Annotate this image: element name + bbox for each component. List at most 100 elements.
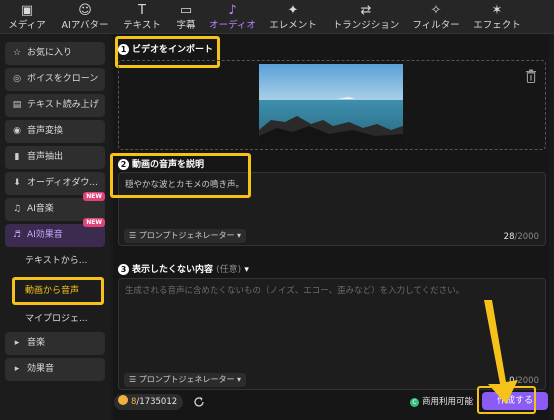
sidebar-item-voice-change[interactable]: ◉ 音声変換 [5, 120, 105, 143]
trash-icon[interactable] [525, 69, 537, 83]
prompt-generator-label: プロンプトジェネレーター [138, 375, 235, 384]
sidebar-item-audio-extract[interactable]: ▮ 音声抽出 [5, 146, 105, 169]
download-icon: ⬇ [13, 178, 21, 188]
credits-total: /1735012 [136, 397, 178, 407]
tab-text-label: テキスト [123, 20, 161, 31]
step-1-number: 1 [118, 44, 129, 55]
sidebar-item-label: ボイスをクローン [27, 74, 99, 84]
star-icon: ☆ [12, 48, 22, 58]
caret-right-icon: ▸ [14, 338, 20, 348]
tab-effect[interactable]: ✶ エフェクト [468, 2, 526, 34]
main-panel: 1 ビデオをインポート 2 動画の音声を説明 穏やかな波とカモメの鳴き声。 ☰ … [110, 34, 549, 420]
tab-element-label: エレメント [269, 20, 317, 31]
ai-sfx-icon: ♬ [12, 230, 22, 240]
coin-icon [118, 395, 128, 405]
tab-transition-label: トランジション [332, 20, 400, 31]
sidebar-item-label: AI効果音 [27, 230, 63, 240]
text-icon: T [138, 3, 146, 18]
sidebar-item-label: オーディオダウ... [27, 178, 98, 188]
sidebar-item-favorites[interactable]: ☆ お気に入り [5, 42, 105, 65]
step-3-label: 表示したくない内容 [132, 265, 214, 275]
sidebar-item-label: 音声変換 [27, 126, 64, 136]
sidebar-item-text-to-speech[interactable]: ▤ テキスト読み上げ [5, 94, 105, 117]
filter-icon: ✧ [430, 3, 442, 18]
description-textarea[interactable]: 穏やかな波とカモメの鳴き声。 ☰ プロンプトジェネレーター ▾ 28/2000 [118, 172, 546, 246]
negative-prompt-textarea[interactable]: 生成される音声に含めたくないもの（ノイズ、エコー、歪みなど）を入力してください。… [118, 278, 546, 390]
tab-media-label: メディア [8, 20, 46, 31]
tab-subtitle-label: 字幕 [176, 20, 196, 31]
tab-text[interactable]: T テキスト [117, 2, 167, 34]
sidebar-item-ai-sfx[interactable]: ♬ AI効果音 NEW [5, 218, 105, 247]
char-count-total: /2000 [514, 376, 540, 386]
sidebar-item-voice-clone[interactable]: ◎ ボイスをクローン [5, 68, 105, 91]
mic-icon: ▮ [14, 152, 20, 162]
step-3-optional: (任意) [216, 265, 242, 275]
new-badge: NEW [83, 192, 105, 201]
ai-music-icon: ♫ [12, 204, 22, 214]
transition-icon: ⇄ [360, 3, 372, 18]
sidebar-group-sfx[interactable]: ▸ 効果音 [5, 358, 105, 381]
effect-icon: ✶ [491, 3, 503, 18]
chevron-down-icon: ▾ [237, 375, 242, 384]
char-count-current: 28 [503, 232, 515, 242]
seascape-image [259, 64, 403, 144]
char-counter: 0/2000 [509, 376, 539, 386]
create-button[interactable]: 作成する [482, 392, 548, 410]
video-upload-area[interactable] [118, 60, 546, 150]
description-text: 穏やかな波とカモメの鳴き声。 [125, 180, 245, 190]
video-thumbnail[interactable] [259, 64, 403, 144]
tab-effect-label: エフェクト [473, 20, 521, 31]
tab-audio[interactable]: ♪ オーディオ [205, 2, 260, 34]
sidebar-subitem-text-to-sfx[interactable]: テキストから... [5, 250, 105, 272]
tab-filter-label: フィルター [412, 20, 460, 31]
media-icon: ▣ [20, 3, 34, 18]
sidebar-group-label: 音楽 [27, 338, 46, 348]
subtitle-icon: ▭ [179, 3, 193, 18]
char-counter: 28/2000 [504, 232, 539, 242]
text-to-speech-icon: ▤ [12, 100, 22, 110]
negative-prompt-placeholder: 生成される音声に含めたくないもの（ノイズ、エコー、歪みなど）を入力してください。 [125, 286, 465, 296]
step-1-label: ビデオをインポート [132, 45, 214, 55]
sidebar: ☆ お気に入り ◎ ボイスをクローン ▤ テキスト読み上げ ◉ 音声変換 ▮ 音声抽出 ⬇… [0, 34, 110, 420]
step-3-title[interactable]: 3 表示したくない内容 (任意) ▾ [118, 262, 249, 275]
voice-clone-icon: ◎ [13, 74, 21, 84]
tab-element[interactable]: ✦ エレメント [265, 2, 321, 34]
char-count-total: /2000 [514, 232, 540, 242]
refresh-icon[interactable] [193, 396, 205, 408]
sidebar-subitem-video-to-audio[interactable]: 動画から音声 [5, 280, 105, 302]
sidebar-item-label: お気に入り [27, 48, 73, 58]
tab-subtitle[interactable]: ▭ 字幕 [170, 2, 202, 34]
commercial-use-label: C 商用利用可能 [410, 396, 473, 408]
step-2-number: 2 [118, 159, 129, 170]
step-3-number: 3 [118, 264, 129, 275]
prompt-icon: ☰ [129, 231, 137, 240]
audio-icon: ♪ [228, 3, 237, 18]
step-2-title: 2 動画の音声を説明 [118, 157, 204, 170]
step-2-label: 動画の音声を説明 [132, 160, 205, 170]
chevron-down-icon: ▾ [244, 265, 249, 275]
step-1-title: 1 ビデオをインポート [118, 42, 213, 55]
tab-ai-avatar[interactable]: ☺ AIアバター [55, 2, 115, 34]
sidebar-item-label: テキスト読み上げ [27, 100, 99, 110]
sidebar-item-label: AI音楽 [27, 204, 54, 214]
tab-filter[interactable]: ✧ フィルター [408, 2, 464, 34]
commercial-text: 商用利用可能 [422, 397, 474, 407]
sidebar-subitem-my-projects[interactable]: マイプロジェ... [5, 308, 105, 330]
prompt-generator-button[interactable]: ☰ プロンプトジェネレーター ▾ [124, 229, 247, 243]
tab-audio-label: オーディオ [209, 20, 256, 31]
new-badge: NEW [83, 218, 105, 227]
element-icon: ✦ [287, 3, 299, 18]
tab-media[interactable]: ▣ メディア [2, 2, 52, 34]
sidebar-item-label: 音声抽出 [27, 152, 64, 162]
sidebar-group-label: 効果音 [27, 364, 55, 374]
sidebar-group-music[interactable]: ▸ 音楽 [5, 332, 105, 355]
avatar-icon: ☺ [78, 3, 92, 18]
top-toolbar: ▣ メディア ☺ AIアバター T テキスト ▭ 字幕 ♪ オーディオ ✦ エレ… [0, 0, 554, 34]
credits-display: 8/1735012 [114, 394, 184, 410]
prompt-generator-button[interactable]: ☰ プロンプトジェネレーター ▾ [124, 373, 247, 387]
prompt-generator-label: プロンプトジェネレーター [138, 231, 235, 240]
prompt-icon: ☰ [129, 375, 137, 384]
caret-right-icon: ▸ [14, 364, 20, 374]
chevron-down-icon: ▾ [237, 231, 242, 240]
tab-transition[interactable]: ⇄ トランジション [328, 2, 404, 34]
